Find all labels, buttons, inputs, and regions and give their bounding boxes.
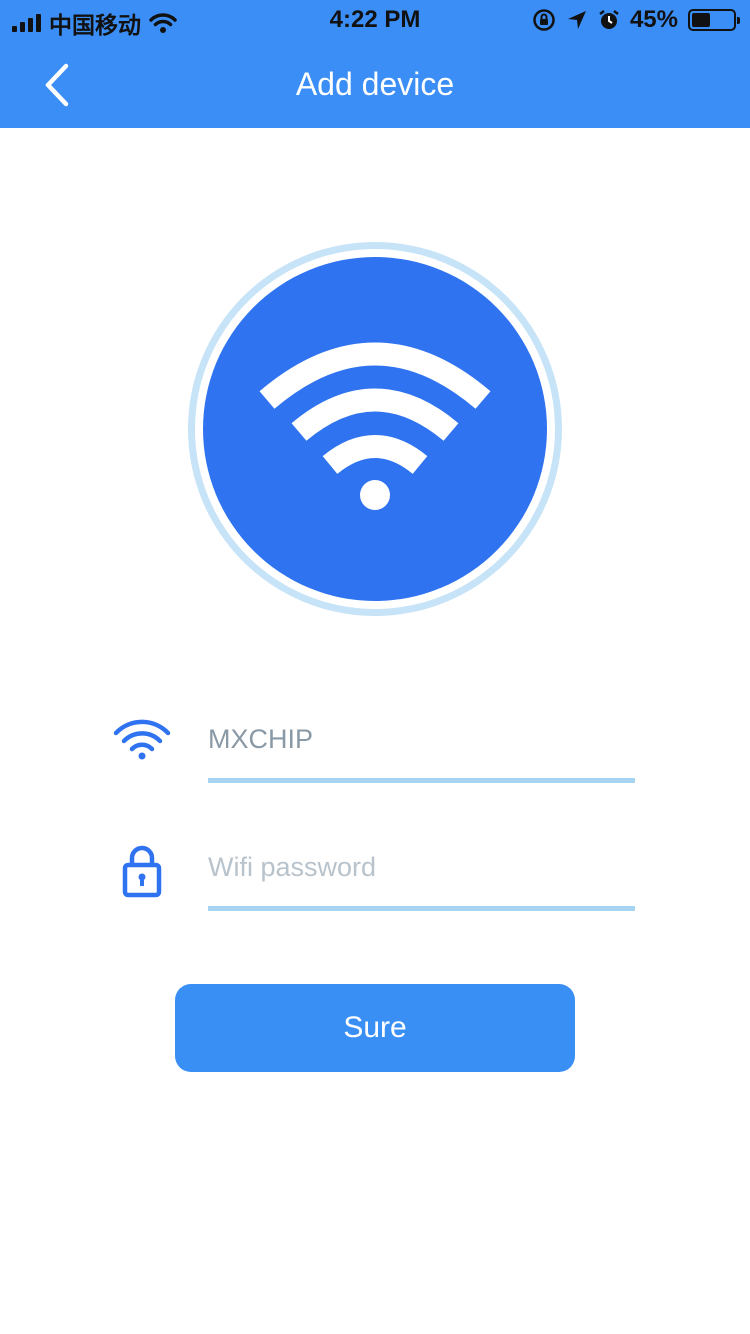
battery-icon — [688, 9, 740, 31]
battery-tip — [737, 17, 740, 24]
ssid-underline — [208, 778, 635, 783]
location-icon — [567, 11, 586, 29]
ssid-icon-wrap — [112, 712, 172, 772]
ssid-input[interactable] — [208, 714, 634, 764]
lock-icon — [122, 845, 162, 898]
password-icon-wrap — [112, 840, 172, 900]
password-row — [112, 832, 642, 918]
password-input[interactable] — [208, 842, 634, 892]
status-right: 45% — [532, 6, 740, 34]
top-bar: 中国移动 4:22 PM 45% Add device — [0, 0, 750, 128]
battery-fill — [692, 13, 710, 27]
rotation-lock-icon — [533, 9, 555, 31]
page-title: Add device — [295, 66, 455, 102]
wifi-icon — [188, 242, 562, 616]
sure-button[interactable]: Sure — [175, 984, 575, 1072]
wifi-hero-illustration — [184, 238, 566, 620]
wifi-icon — [113, 719, 171, 760]
status-bar: 中国移动 4:22 PM 45% — [0, 0, 750, 40]
alarm-icon — [599, 10, 619, 29]
battery-percent: 45% — [629, 6, 678, 33]
password-underline — [208, 906, 635, 911]
ssid-row — [112, 704, 642, 790]
